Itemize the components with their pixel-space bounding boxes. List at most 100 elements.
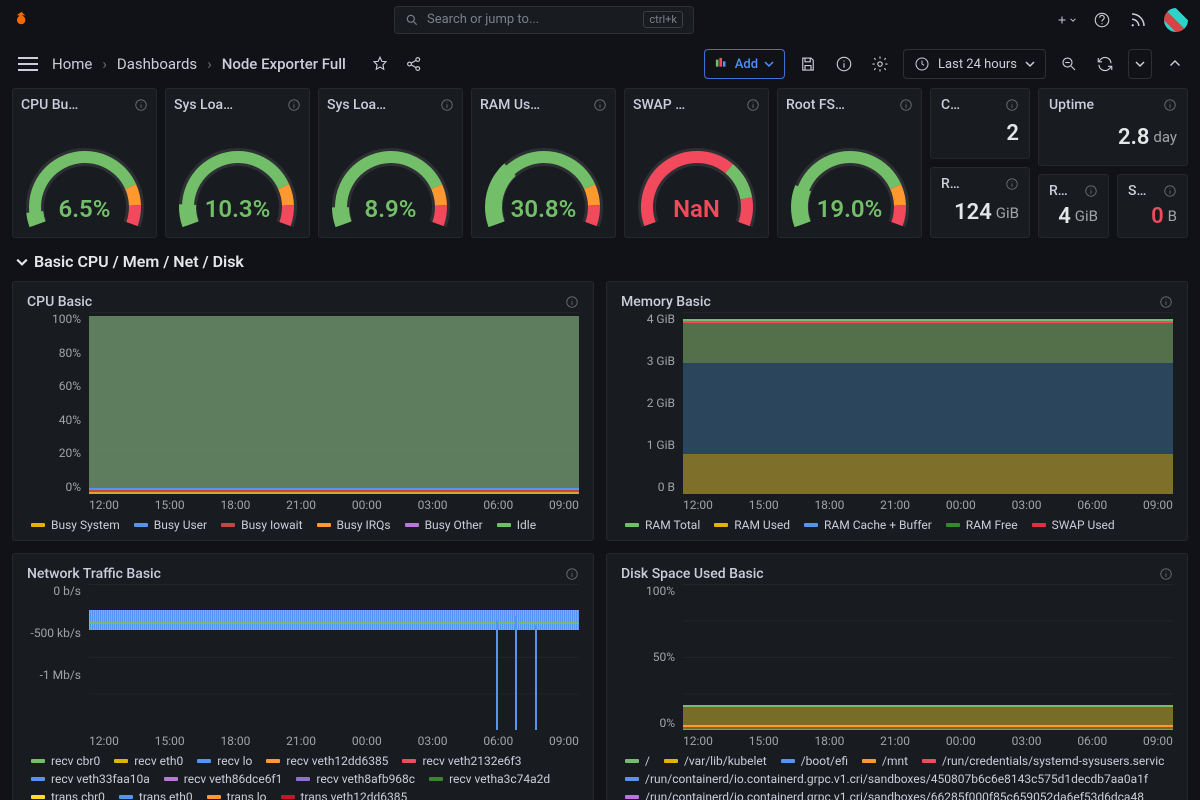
legend-swatch	[862, 759, 876, 763]
legend-item[interactable]: RAM Total	[625, 518, 700, 532]
legend-item[interactable]: RAM Cache + Buffer	[804, 518, 932, 532]
refresh-icon[interactable]	[1092, 51, 1118, 77]
breadcrumbs: Home › Dashboards › Node Exporter Full	[52, 55, 346, 73]
chevron-down-icon	[764, 59, 774, 69]
legend-item[interactable]: /	[625, 754, 650, 768]
legend-item[interactable]: /run/containerd/io.containerd.grpc.v1.cr…	[625, 790, 1144, 800]
legend-item[interactable]: /run/credentials/systemd-sysusers.servic	[922, 754, 1164, 768]
share-icon[interactable]	[404, 54, 424, 74]
legend-label: recv veth2132e6f3	[422, 754, 521, 768]
legend-label: /var/lib/kubelet	[684, 754, 767, 768]
legend-label: trans cbr0	[51, 790, 105, 800]
stat-value: 0	[1151, 204, 1164, 229]
legend-swatch	[781, 759, 795, 763]
legend-item[interactable]: recv lo	[197, 754, 252, 768]
legend-item[interactable]: SWAP Used	[1032, 518, 1115, 532]
legend-item[interactable]: recv vetha3c74a2d	[429, 772, 550, 786]
menu-toggle-icon[interactable]	[18, 57, 38, 71]
crumb-home[interactable]: Home	[52, 55, 92, 73]
legend-item[interactable]: recv cbr0	[31, 754, 100, 768]
stat-uptime[interactable]: Uptime 2.8day	[1038, 88, 1188, 166]
legend-item[interactable]: /mnt	[862, 754, 908, 768]
legend-swatch	[197, 759, 211, 763]
zoom-out-icon[interactable]	[1056, 51, 1082, 77]
legend-label: RAM Cache + Buffer	[824, 518, 932, 532]
stat-cpu-cores[interactable]: C… 2	[930, 88, 1030, 159]
panel-cpu-basic[interactable]: CPU Basic 100%80%60%40%20%0% 12:0015:001…	[12, 281, 594, 541]
star-icon[interactable]	[370, 54, 390, 74]
legend-item[interactable]: Busy Iowait	[221, 518, 302, 532]
crumb-current: Node Exporter Full	[222, 55, 346, 73]
stat-rootfs[interactable]: R… 124GiB	[930, 167, 1030, 238]
save-icon[interactable]	[795, 51, 821, 77]
legend-item[interactable]: recv veth2132e6f3	[402, 754, 521, 768]
plot-area	[89, 584, 579, 730]
panel-title-text: Sys Loa…	[327, 97, 434, 113]
legend-label: RAM Used	[734, 518, 790, 532]
legend-swatch	[296, 777, 310, 781]
gauge-panel[interactable]: Sys Loa… 10.3%	[165, 88, 310, 238]
legend-item[interactable]: Busy IRQs	[317, 518, 391, 532]
stat-col-1: C… 2 R… 124GiB	[930, 88, 1030, 238]
rss-icon[interactable]	[1128, 10, 1148, 30]
gauge-panel[interactable]: Sys Loa… 8.9%	[318, 88, 463, 238]
legend: RAM Total RAM Used RAM Cache + Buffer RAM F…	[625, 518, 1173, 532]
stat-value: 124	[954, 200, 992, 225]
legend-item[interactable]: RAM Used	[714, 518, 790, 532]
legend-swatch	[946, 523, 960, 527]
panel-disk-basic[interactable]: Disk Space Used Basic 100%50%0% 12:0015:…	[606, 553, 1188, 800]
gauge-panel[interactable]: Root FS… 19.0%	[777, 88, 922, 238]
gauge-panel[interactable]: SWAP … NaN	[624, 88, 769, 238]
legend-label: trans veth12dd6385	[301, 790, 408, 800]
legend-item[interactable]: Busy System	[31, 518, 120, 532]
legend-item[interactable]: RAM Free	[946, 518, 1018, 532]
legend-swatch	[402, 759, 416, 763]
legend-item[interactable]: Busy User	[134, 518, 207, 532]
crumb-dashboards[interactable]: Dashboards	[117, 55, 197, 73]
grafana-logo-icon[interactable]	[12, 10, 32, 30]
stat-unit: B	[1168, 207, 1177, 225]
gauge-value: 10.3%	[205, 195, 271, 223]
legend-item[interactable]: trans cbr0	[31, 790, 105, 800]
gauge-panel[interactable]: CPU Bu… 6.5%	[12, 88, 157, 238]
dashboard-content: CPU Bu… 6.5% Sys Loa… 10.3% Sys Loa… 8.9…	[0, 88, 1200, 800]
legend-item[interactable]: recv veth12dd6385	[266, 754, 388, 768]
legend-item[interactable]: /var/lib/kubelet	[664, 754, 767, 768]
legend-swatch	[164, 777, 178, 781]
info-icon	[1163, 98, 1177, 112]
legend-item[interactable]: trans veth12dd6385	[281, 790, 408, 800]
legend-item[interactable]: Busy Other	[405, 518, 483, 532]
global-search[interactable]: Search or jump to... ctrl+k	[394, 6, 694, 34]
legend-item[interactable]: recv veth33faa10a	[31, 772, 150, 786]
panel-title-text: SWAP …	[633, 97, 740, 113]
stat-swap-total[interactable]: S… 0B	[1117, 174, 1188, 238]
settings-icon[interactable]	[867, 51, 893, 77]
gauge-panel[interactable]: RAM Us… 30.8%	[471, 88, 616, 238]
legend-item[interactable]: recv veth86dce6f1	[164, 772, 283, 786]
legend-item[interactable]: recv veth8afb968c	[296, 772, 415, 786]
help-icon[interactable]	[1092, 10, 1112, 30]
legend-item[interactable]: /run/containerd/io.containerd.grpc.v1.cr…	[625, 772, 1148, 786]
collapse-icon[interactable]	[1162, 51, 1188, 77]
legend-label: recv veth8afb968c	[316, 772, 415, 786]
legend-item[interactable]: recv eth0	[114, 754, 183, 768]
legend-item[interactable]: trans lo	[207, 790, 267, 800]
top-bar: Search or jump to... ctrl+k	[0, 0, 1200, 40]
dashboard-info-icon[interactable]	[831, 51, 857, 77]
legend-item[interactable]: Idle	[497, 518, 536, 532]
stat-ram-total[interactable]: R… 4GiB	[1038, 174, 1109, 238]
row-header-basic[interactable]: Basic CPU / Mem / Net / Disk	[16, 252, 1188, 271]
info-icon	[1084, 184, 1098, 198]
add-menu-icon[interactable]	[1056, 10, 1076, 30]
panel-network-basic[interactable]: Network Traffic Basic 0 b/s-500 kb/s-1 M…	[12, 553, 594, 800]
refresh-interval-dropdown[interactable]	[1128, 49, 1152, 79]
time-range-picker[interactable]: Last 24 hours	[903, 49, 1046, 79]
charts-grid: CPU Basic 100%80%60%40%20%0% 12:0015:001…	[12, 281, 1188, 800]
legend-item[interactable]: /boot/efi	[781, 754, 848, 768]
gauge-value: 30.8%	[511, 195, 577, 223]
user-avatar[interactable]	[1164, 8, 1188, 32]
legend-item[interactable]: trans eth0	[119, 790, 193, 800]
add-panel-button[interactable]: Add	[704, 49, 785, 79]
stat-value: 2	[1006, 121, 1019, 146]
panel-memory-basic[interactable]: Memory Basic 4 GiB3 GiB2 GiB1 GiB0 B 12:…	[606, 281, 1188, 541]
